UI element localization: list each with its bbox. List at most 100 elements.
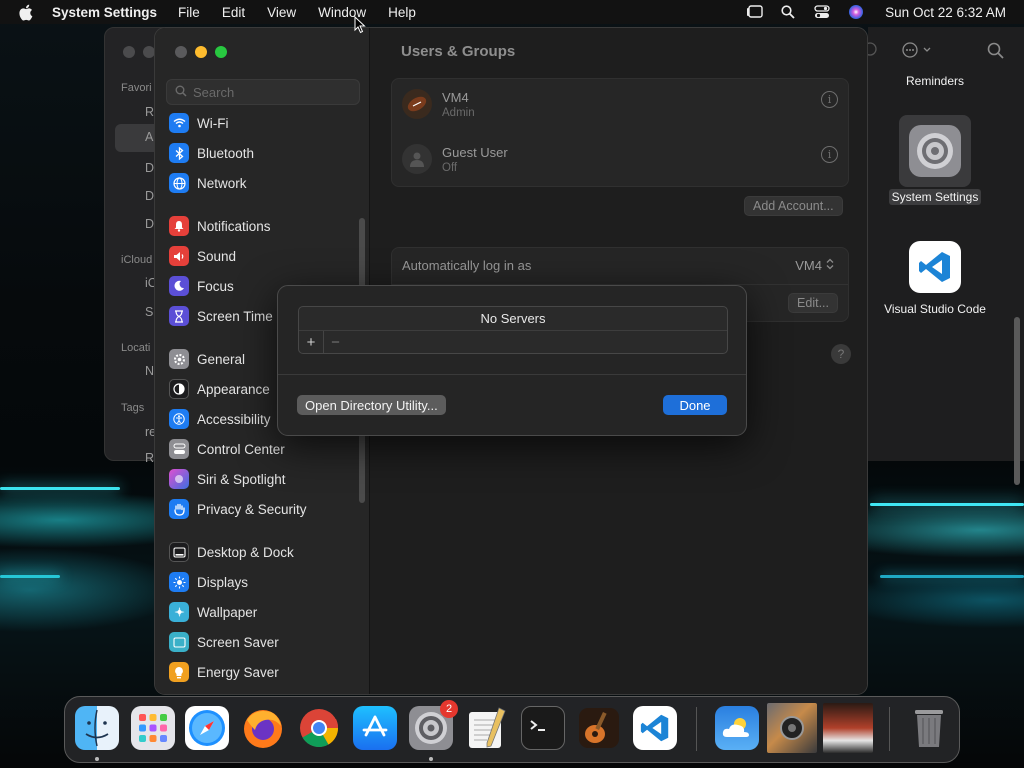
apple-menu-icon[interactable] xyxy=(18,3,36,21)
sidebar-item-label: Energy Saver xyxy=(197,664,279,680)
search-field[interactable] xyxy=(166,79,360,105)
scrollbar[interactable] xyxy=(1014,317,1020,485)
remove-server-button[interactable]: − xyxy=(323,331,347,353)
terminal-icon[interactable] xyxy=(521,706,565,750)
menu-bar-clock[interactable]: Sun Oct 22 6:32 AM xyxy=(885,5,1006,20)
sidebar-item-wallpaper[interactable]: Wallpaper xyxy=(169,599,359,625)
finder-item[interactable]: D xyxy=(145,189,154,203)
hourglass-icon xyxy=(169,306,189,326)
done-button[interactable]: Done xyxy=(663,395,727,415)
siri-icon[interactable] xyxy=(847,4,865,20)
spotlight-search-icon[interactable] xyxy=(779,4,797,20)
users-list-panel: VM4 Admin i Guest User Off i xyxy=(391,78,849,187)
sidebar-item-privacy-security[interactable]: Privacy & Security xyxy=(169,496,359,522)
desktop-item-reminders[interactable]: Reminders xyxy=(880,73,990,89)
sidebar-item-screen-saver[interactable]: Screen Saver xyxy=(169,629,359,655)
finder-item[interactable]: R xyxy=(145,451,154,465)
sidebar-item-energy-saver[interactable]: Energy Saver xyxy=(169,659,359,685)
sidebar-item-label: Displays xyxy=(197,574,249,590)
chevron-up-down-icon xyxy=(826,258,834,273)
more-options-icon[interactable] xyxy=(902,42,936,61)
user-role: Admin xyxy=(442,106,475,119)
hand-icon xyxy=(169,499,189,519)
user-row-guest[interactable]: Guest User Off xyxy=(402,144,508,174)
photo-thumbnail-2[interactable] xyxy=(823,703,873,753)
finder-item[interactable]: D xyxy=(145,217,154,231)
wallpaper-glow xyxy=(0,575,60,578)
textedit-icon[interactable] xyxy=(465,706,509,750)
zoom-icon[interactable] xyxy=(215,46,227,58)
server-list[interactable]: No Servers + − xyxy=(298,306,728,354)
finder-section-locations: Locati xyxy=(121,342,151,354)
bell-icon xyxy=(169,216,189,236)
sidebar-item-control-center[interactable]: Control Center xyxy=(169,436,359,462)
finder-item[interactable]: S xyxy=(145,305,153,319)
avatar xyxy=(402,89,432,119)
add-account-button[interactable]: Add Account... xyxy=(744,196,843,216)
list-controls: + − xyxy=(299,331,727,353)
edit-button[interactable]: Edit... xyxy=(788,293,838,313)
vscode-icon[interactable] xyxy=(633,706,677,750)
finder-window-right[interactable]: Reminders System Settings Visual Studio … xyxy=(863,27,1024,485)
gear-icon xyxy=(169,349,189,369)
desktop-item-vscode[interactable]: Visual Studio Code xyxy=(880,241,990,317)
finder-item[interactable]: N xyxy=(145,364,154,378)
photo-thumbnail-1[interactable] xyxy=(767,703,817,753)
app-store-icon[interactable] xyxy=(353,706,397,750)
sidebar-item-label: Siri & Spotlight xyxy=(197,471,286,487)
minimize-icon[interactable] xyxy=(195,46,207,58)
garageband-icon[interactable] xyxy=(577,706,621,750)
sidebar-item-displays[interactable]: Displays xyxy=(169,569,359,595)
sidebar-item-network[interactable]: Network xyxy=(169,170,359,196)
system-settings-label: System Settings xyxy=(888,189,982,205)
share-icon[interactable] xyxy=(863,41,882,57)
sidebar-item-label: General xyxy=(197,351,246,367)
app-name-menu[interactable]: System Settings xyxy=(52,5,157,20)
add-server-button[interactable]: + xyxy=(299,331,323,353)
accessibility-icon xyxy=(169,409,189,429)
user-name: VM4 xyxy=(442,89,469,105)
dock: 2 xyxy=(64,696,960,763)
info-icon[interactable]: i xyxy=(821,91,838,108)
close-icon[interactable] xyxy=(123,46,135,58)
sidebar-item-bluetooth[interactable]: Bluetooth xyxy=(169,140,359,166)
info-icon[interactable]: i xyxy=(821,146,838,163)
divider xyxy=(278,374,746,375)
menu-edit[interactable]: Edit xyxy=(222,5,245,20)
wifi-icon xyxy=(169,113,189,133)
trash-icon[interactable] xyxy=(907,706,951,750)
finder-traffic-lights xyxy=(123,46,155,58)
menu-file[interactable]: File xyxy=(178,5,200,20)
search-icon[interactable] xyxy=(987,42,1004,62)
open-directory-utility-button[interactable]: Open Directory Utility... xyxy=(297,395,446,415)
system-settings-icon[interactable]: 2 xyxy=(409,700,458,750)
control-center-icon[interactable] xyxy=(813,4,831,20)
user-row-vm4[interactable]: VM4 Admin xyxy=(402,89,475,119)
speaker-icon xyxy=(169,246,189,266)
close-icon[interactable] xyxy=(175,46,187,58)
finder-item[interactable]: R xyxy=(145,105,154,119)
search-input[interactable] xyxy=(193,84,353,100)
help-button[interactable]: ? xyxy=(831,344,851,364)
menu-help[interactable]: Help xyxy=(388,5,416,20)
reminders-label: Reminders xyxy=(905,74,965,88)
menu-view[interactable]: View xyxy=(267,5,296,20)
weather-icon[interactable] xyxy=(715,706,759,750)
finder-icon[interactable] xyxy=(75,706,119,750)
sidebar-item-sound[interactable]: Sound xyxy=(169,243,359,269)
safari-icon[interactable] xyxy=(185,706,229,750)
sidebar-item-siri-spotlight[interactable]: Siri & Spotlight xyxy=(169,466,359,492)
network-account-server-sheet: No Servers + − Open Directory Utility...… xyxy=(277,285,747,436)
desktop-item-system-settings[interactable]: System Settings xyxy=(880,115,990,205)
launchpad-icon[interactable] xyxy=(131,706,175,750)
sidebar-item-notifications[interactable]: Notifications xyxy=(169,213,359,239)
sidebar-item-desktop-dock[interactable]: Desktop & Dock xyxy=(169,539,359,565)
wallpaper-glow xyxy=(0,487,120,490)
running-indicator xyxy=(429,757,433,761)
firefox-icon[interactable] xyxy=(241,706,285,750)
chrome-icon[interactable] xyxy=(297,706,341,750)
finder-item[interactable]: D xyxy=(145,161,154,175)
sidebar-item-wifi[interactable]: Wi-Fi xyxy=(169,110,359,136)
stage-manager-icon[interactable] xyxy=(745,4,763,20)
auto-login-select[interactable]: VM4 xyxy=(795,258,834,273)
